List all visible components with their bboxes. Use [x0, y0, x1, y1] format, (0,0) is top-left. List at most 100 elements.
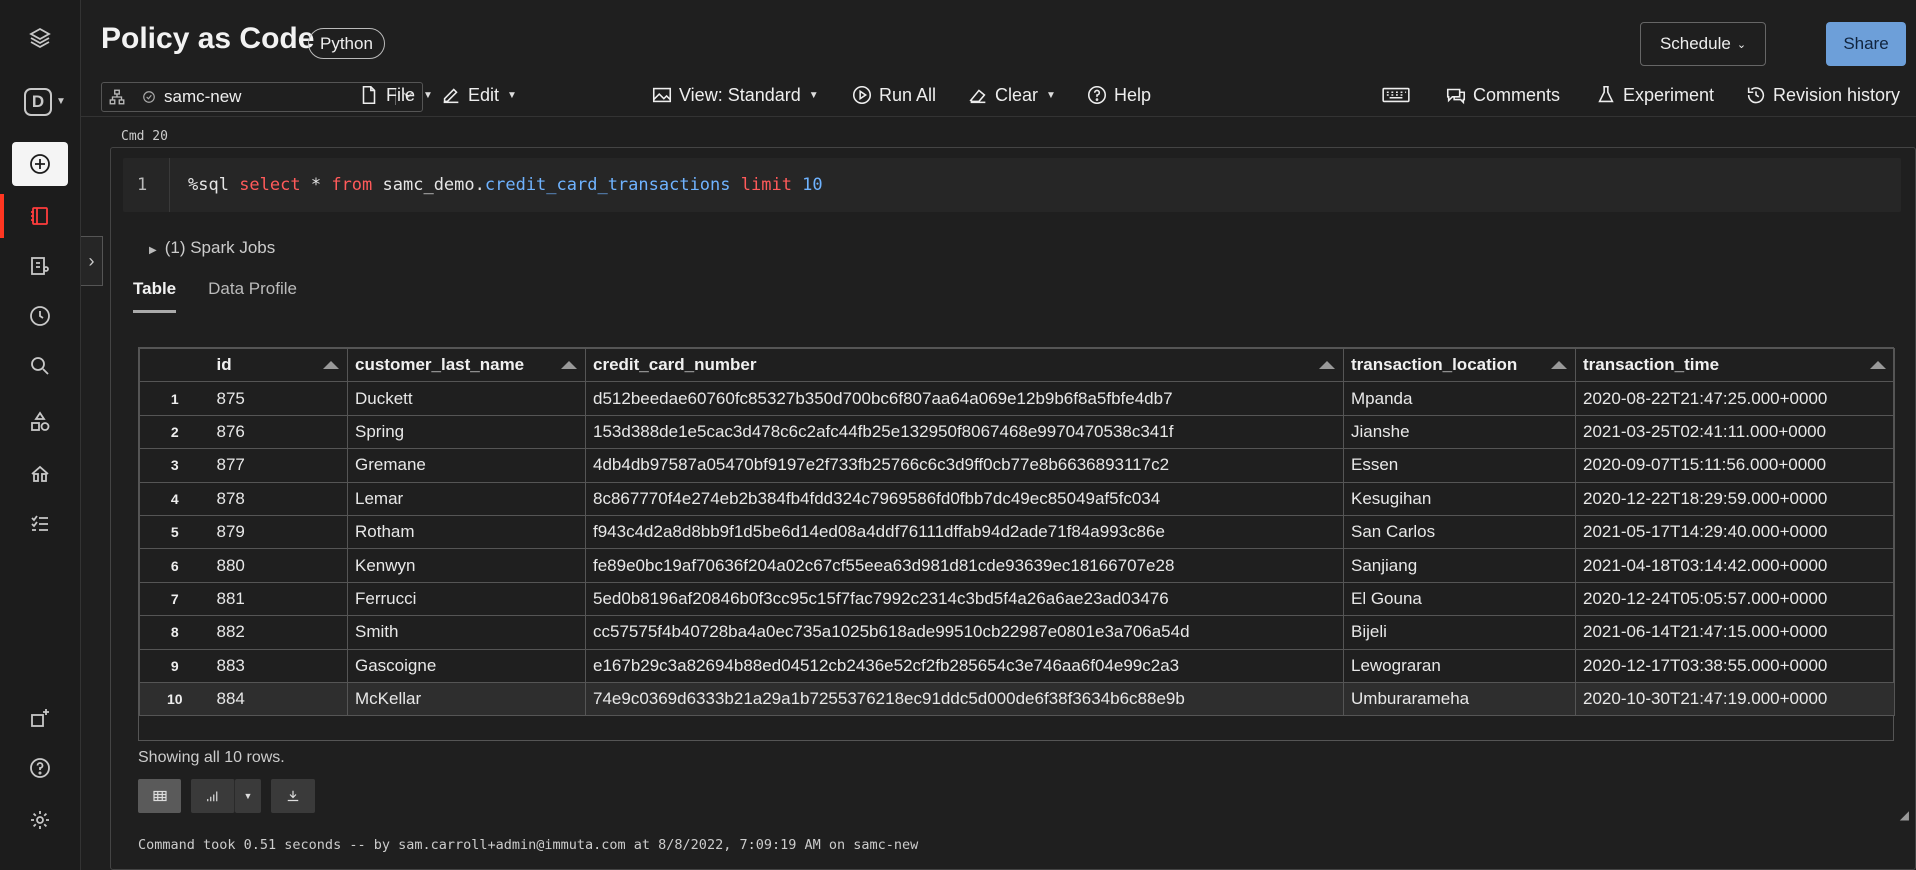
table-row[interactable]: 7 881 Ferrucci 5ed0b8196af20846b0f3cc95c15f…	[139, 581, 1895, 617]
sort-icon[interactable]	[1870, 361, 1886, 369]
jobs-icon[interactable]	[12, 502, 68, 546]
recents-icon[interactable]	[12, 294, 68, 338]
table-cell: Rotham	[347, 514, 586, 550]
table-row[interactable]: 2 876 Spring 153d388de1e5cac3d478c6c2afc44f…	[139, 414, 1895, 450]
download-button[interactable]	[271, 779, 315, 813]
column-header-credit-card-number[interactable]: credit_card_number	[585, 347, 1344, 383]
notebook-cell[interactable]: 1 %sql select * from samc_demo.credit_ca…	[110, 147, 1916, 870]
help-label: Help	[1114, 84, 1152, 105]
view-menu[interactable]: View: Standard ▼	[651, 84, 819, 106]
keyboard-icon	[1382, 87, 1410, 103]
table-cell: 2020-09-07T15:11:56.000+0000	[1575, 448, 1895, 483]
flask-icon	[1598, 85, 1614, 103]
revision-history-button[interactable]: Revision history	[1745, 84, 1900, 106]
help-menu[interactable]: Help	[1086, 84, 1151, 106]
table-row[interactable]: 1 875 Duckett d512beedae60760fc85327b350d70…	[139, 381, 1895, 416]
tab-data-profile[interactable]: Data Profile	[208, 279, 297, 313]
table-cell: Ferrucci	[347, 581, 586, 617]
help-icon	[1087, 85, 1107, 105]
table-row[interactable]: 8 882 Smith cc57575f4b40728ba4a0ec735a1025b…	[139, 615, 1895, 650]
row-count-text: Showing all 10 rows.	[138, 749, 285, 766]
schedule-label: Schedule	[1659, 34, 1731, 53]
column-header-transaction-time[interactable]: transaction_time	[1575, 347, 1895, 383]
edit-menu[interactable]: Edit ▼	[440, 84, 517, 106]
table-cell: 876	[209, 414, 348, 450]
sort-icon[interactable]	[561, 361, 577, 369]
cluster-name: samc-new	[164, 87, 242, 106]
data-icon[interactable]	[12, 400, 68, 444]
language-badge[interactable]: Python	[308, 28, 385, 59]
table-cell: e167b29c3a82694b88ed04512cb2436e52cf2fb2…	[585, 648, 1344, 683]
file-menu[interactable]: File ▼	[358, 84, 433, 106]
settings-icon[interactable]	[12, 798, 68, 842]
table-row[interactable]: 5 879 Rotham f943c4d2a8d8bb9f1d5be6d14ed08a…	[139, 514, 1895, 550]
expand-panel-button[interactable]: ›	[81, 236, 103, 286]
keyword-from: from	[331, 175, 373, 195]
chart-view-button[interactable]	[191, 779, 235, 813]
table-row[interactable]: 4 878 Lemar 8c867770f4e274eb2b384fb4fdd324c…	[139, 481, 1895, 516]
table-cell: Umburarameha	[1343, 681, 1576, 717]
notebook-header: Policy as Code Python Schedule ⌄ Share s…	[81, 0, 1916, 117]
spark-jobs-toggle[interactable]: ▶ (1) Spark Jobs	[149, 238, 275, 258]
code-editor[interactable]: 1 %sql select * from samc_demo.credit_ca…	[123, 158, 1901, 212]
table-cell: Lemar	[347, 481, 586, 516]
table-cell: 875	[209, 381, 348, 416]
table-cell: fe89e0bc19af70636f204a02c67cf55eea63d981…	[585, 548, 1344, 583]
partner-icon[interactable]	[12, 696, 68, 740]
table-cell: Kesugihan	[1343, 481, 1576, 516]
table-row[interactable]: 3 877 Gremane 4db4db97587a05470bf9197e2f733…	[139, 448, 1895, 483]
chevron-down-icon: ▼	[1046, 89, 1056, 101]
table-cell: Lewograran	[1343, 648, 1576, 683]
sort-icon[interactable]	[1319, 361, 1335, 369]
table-cell: 884	[209, 681, 348, 717]
table-cell: 2020-12-17T03:38:55.000+0000	[1575, 648, 1895, 683]
share-button[interactable]: Share	[1826, 22, 1906, 66]
resize-handle-icon[interactable]: ◢	[1900, 808, 1909, 822]
notebook-icon[interactable]	[12, 194, 68, 238]
table-row[interactable]: 9 883 Gascoigne e167b29c3a82694b88ed04512cb…	[139, 648, 1895, 683]
file-icon	[362, 85, 376, 105]
table-row[interactable]: 10 884 McKellar 74e9c0369d6333b21a29a1b7255…	[139, 681, 1895, 717]
cmd-label: Cmd 20	[121, 129, 168, 144]
tab-table[interactable]: Table	[133, 279, 177, 313]
table-cell: 2021-04-18T03:14:42.000+0000	[1575, 548, 1895, 583]
models-icon[interactable]	[12, 452, 68, 496]
column-header-transaction-location[interactable]: transaction_location	[1343, 347, 1576, 383]
help-icon[interactable]	[12, 746, 68, 790]
layers-icon[interactable]	[12, 16, 68, 60]
table-cell: 2020-12-24T05:05:57.000+0000	[1575, 581, 1895, 617]
column-header-customer-last-name[interactable]: customer_last_name	[347, 347, 586, 383]
workspace-switcher[interactable]: D	[24, 88, 52, 116]
table-row[interactable]: 6 880 Kenwyn fe89e0bc19af70636f204a02c67cf5…	[139, 548, 1895, 583]
search-icon[interactable]	[12, 344, 68, 388]
chevron-down-icon[interactable]: ▼	[56, 96, 66, 107]
schedule-button[interactable]: Schedule ⌄	[1640, 22, 1766, 66]
repos-icon[interactable]	[12, 244, 68, 288]
run-all-button[interactable]: Run All	[851, 84, 936, 106]
column-header-id[interactable]: id	[209, 347, 348, 383]
code-line[interactable]: %sql select * from samc_demo.credit_card…	[188, 175, 823, 195]
play-icon	[852, 85, 872, 105]
table-cell: 2021-06-14T21:47:15.000+0000	[1575, 615, 1895, 650]
image-icon	[652, 87, 672, 103]
keyboard-shortcuts-button[interactable]	[1380, 84, 1412, 106]
notebook-title[interactable]: Policy as Code	[101, 22, 314, 56]
table-cell: McKellar	[347, 681, 586, 717]
column-header-label: credit_card_number	[593, 355, 757, 375]
experiment-button[interactable]: Experiment	[1595, 84, 1714, 106]
row-number: 7	[139, 581, 210, 617]
visualization-buttons: ▼	[138, 779, 315, 813]
results-table: id customer_last_name credit_card_number…	[138, 347, 1895, 741]
table-cell: cc57575f4b40728ba4a0ec735a1025b618ade995…	[585, 615, 1344, 650]
sort-icon[interactable]	[323, 361, 339, 369]
file-label: File	[386, 84, 416, 105]
sort-icon[interactable]	[1551, 361, 1567, 369]
eraser-icon	[969, 89, 986, 104]
table-view-button[interactable]	[138, 779, 181, 813]
chart-type-dropdown[interactable]: ▼	[235, 779, 261, 813]
column-header-label: transaction_location	[1351, 355, 1518, 375]
table-cell: Spring	[347, 414, 586, 450]
clear-menu[interactable]: Clear ▼	[967, 84, 1056, 106]
comments-button[interactable]: Comments	[1445, 84, 1560, 106]
create-icon[interactable]	[12, 142, 68, 186]
